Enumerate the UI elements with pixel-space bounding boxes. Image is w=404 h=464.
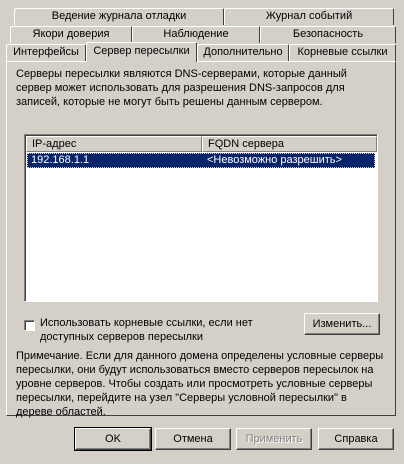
- tab-trust-anchors[interactable]: Якори доверия: [10, 26, 132, 43]
- column-header-ip[interactable]: IP-адрес: [26, 136, 202, 152]
- tab-monitoring[interactable]: Наблюдение: [132, 26, 260, 43]
- tab-event-log[interactable]: Журнал событий: [224, 8, 394, 25]
- conditional-forwarders-note: Примечание. Если для данного домена опре…: [16, 350, 384, 418]
- edit-button[interactable]: Изменить...: [304, 313, 380, 335]
- row-ip: 192.168.1.1: [31, 154, 90, 166]
- tab-security[interactable]: Безопасность: [260, 26, 396, 43]
- tab-interfaces[interactable]: Интерфейсы: [6, 44, 86, 61]
- forwarders-description: Серверы пересылки являются DNS-серверами…: [16, 68, 347, 108]
- dns-properties-dialog: Ведение журнала отладки Журнал событий Я…: [0, 0, 404, 464]
- tab-advanced[interactable]: Дополнительно: [197, 44, 289, 61]
- tab-debug-logging[interactable]: Ведение журнала отладки: [14, 8, 224, 25]
- apply-button-label: Применить: [245, 433, 303, 445]
- cancel-button[interactable]: Отмена: [155, 428, 231, 450]
- use-root-hints-checkbox[interactable]: [24, 320, 35, 331]
- apply-button[interactable]: Применить: [236, 428, 312, 450]
- row-fqdn: <Невозможно разрешить>: [207, 154, 342, 166]
- table-row[interactable]: 192.168.1.1 <Невозможно разрешить>: [27, 153, 375, 168]
- column-header-fqdn[interactable]: FQDN сервера: [202, 136, 377, 152]
- tab-forwarders[interactable]: Сервер пересылки: [86, 42, 197, 62]
- ok-button[interactable]: OK: [74, 427, 152, 451]
- use-root-hints-label: Использовать корневые ссылки, если нет д…: [40, 317, 253, 343]
- forwarders-list[interactable]: IP-адрес FQDN сервера 192.168.1.1 <Невоз…: [24, 134, 378, 302]
- help-button[interactable]: Справка: [318, 428, 394, 450]
- tab-root-hints[interactable]: Корневые ссылки: [289, 44, 396, 61]
